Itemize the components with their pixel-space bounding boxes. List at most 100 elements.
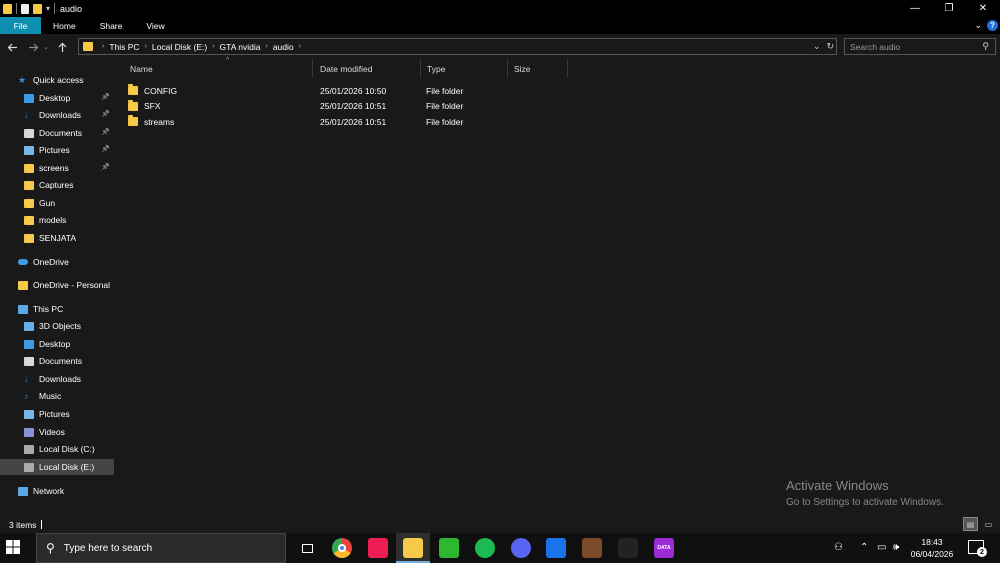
clock-time: 18:43 — [921, 537, 943, 547]
sidebar-item-screens[interactable]: screens 📌 — [0, 160, 114, 176]
sidebar-item-senjata[interactable]: SENJATA — [0, 230, 114, 246]
people-icon[interactable]: ⚇ — [834, 542, 843, 553]
file-list: Name ^ Date modified Type Size CONFIG 25/… — [116, 57, 1000, 516]
sidebar-item-local-disk-e[interactable]: Local Disk (E:) — [0, 459, 114, 475]
sidebar-item-local-disk-c[interactable]: Local Disk (C:) — [0, 441, 114, 457]
pictures-icon — [24, 409, 34, 419]
chevron-down-icon[interactable]: ⌄ — [813, 41, 821, 52]
help-icon[interactable]: ? — [987, 20, 998, 31]
up-button[interactable] — [53, 38, 71, 56]
file-explorer-icon[interactable] — [403, 538, 423, 558]
chevron-right-icon[interactable]: › — [102, 43, 104, 50]
file-type: File folder — [426, 101, 464, 111]
game-icon[interactable] — [582, 538, 602, 558]
file-row[interactable]: streams 25/01/2026 10:51 File folder — [128, 114, 528, 129]
refresh-icon[interactable]: ↻ — [826, 41, 834, 52]
volume-icon[interactable]: 🕪 — [893, 542, 899, 553]
tab-home[interactable]: Home — [41, 17, 88, 34]
sidebar-item-this-pc[interactable]: This PC — [0, 301, 114, 317]
sidebar-item-desktop[interactable]: Desktop 📌 — [0, 90, 114, 106]
app-purple-icon[interactable]: DATA — [654, 538, 674, 558]
chevron-down-icon[interactable]: ▾ — [46, 4, 50, 13]
separator — [41, 520, 43, 529]
breadcrumb-this-pc[interactable]: This PC — [109, 42, 139, 52]
capcut-icon[interactable] — [618, 538, 638, 558]
sidebar-item-gun[interactable]: Gun — [0, 195, 114, 211]
sidebar-item-desktop[interactable]: Desktop — [0, 336, 114, 352]
sidebar-item-videos[interactable]: Videos — [0, 424, 114, 440]
pin-icon[interactable]: 📌 — [101, 128, 110, 136]
large-icons-view-button[interactable]: ▭ — [981, 517, 996, 531]
column-header-name[interactable]: Name ^ — [124, 57, 313, 78]
file-row[interactable]: CONFIG 25/01/2026 10:50 File folder — [128, 83, 528, 98]
activation-watermark: Activate Windows Go to Settings to activ… — [786, 478, 944, 508]
properties-icon[interactable] — [21, 3, 29, 14]
spotify-icon[interactable] — [475, 538, 495, 558]
chevron-down-icon[interactable]: ⌄ — [974, 20, 982, 31]
chevron-right-icon[interactable]: › — [145, 43, 147, 50]
column-header-date-modified[interactable]: Date modified — [314, 60, 421, 78]
sidebar-item-captures[interactable]: Captures — [0, 177, 114, 193]
minimize-button[interactable]: — — [898, 0, 932, 17]
roblox-icon[interactable] — [546, 538, 566, 558]
sidebar-item-pictures[interactable]: Pictures — [0, 406, 114, 422]
recent-locations-button[interactable]: ⌄ — [42, 38, 50, 56]
window-title: audio — [60, 3, 83, 14]
search-icon[interactable]: ⚲ — [982, 41, 989, 52]
windows-start-icon[interactable] — [6, 540, 20, 554]
task-view-icon[interactable] — [297, 538, 317, 558]
forward-button[interactable] — [24, 38, 42, 56]
sidebar-item-network[interactable]: Network — [0, 483, 114, 499]
sidebar-item-music[interactable]: ♪ Music — [0, 388, 114, 404]
sidebar-item-documents[interactable]: Documents — [0, 353, 114, 369]
sidebar-item-documents[interactable]: Documents 📌 — [0, 125, 114, 141]
sidebar-item-label: Desktop — [39, 93, 71, 103]
sidebar-item-downloads[interactable]: ↓ Downloads — [0, 371, 114, 387]
sidebar-item-label: Music — [39, 391, 62, 401]
column-header-size[interactable]: Size — [508, 60, 568, 78]
sidebar-item-onedrive-personal[interactable]: OneDrive - Personal — [0, 277, 114, 293]
maximize-button[interactable]: ❐ — [932, 0, 966, 17]
close-button[interactable]: ✕ — [966, 0, 1000, 17]
chrome-icon[interactable] — [332, 538, 352, 558]
chevron-up-icon[interactable]: ⌃ — [860, 542, 868, 553]
search-box[interactable]: ⚲ — [844, 38, 996, 55]
sidebar-item-onedrive[interactable]: OneDrive — [0, 254, 114, 270]
sidebar-item-label: Quick access — [33, 75, 84, 85]
pin-icon[interactable]: 📌 — [101, 145, 110, 153]
address-bar[interactable]: › This PC › Local Disk (E:) › GTA nvidia… — [78, 38, 837, 55]
chevron-right-icon[interactable]: › — [299, 43, 301, 50]
notifications-icon[interactable]: 2 — [968, 540, 987, 557]
sidebar-item-models[interactable]: models — [0, 212, 114, 228]
breadcrumb-local-disk-e[interactable]: Local Disk (E:) — [152, 42, 207, 52]
tab-view[interactable]: View — [134, 17, 176, 34]
pin-icon[interactable]: 📌 — [101, 163, 110, 171]
breadcrumb-gta-nvidia[interactable]: GTA nvidia — [220, 42, 261, 52]
back-button[interactable] — [3, 38, 21, 56]
sidebar-item-downloads[interactable]: ↓ Downloads 📌 — [0, 107, 114, 123]
arrow-left-icon — [7, 43, 17, 51]
chevron-right-icon[interactable]: › — [265, 43, 267, 50]
folder-icon — [24, 163, 34, 173]
sidebar-item-3d-objects[interactable]: 3D Objects — [0, 318, 114, 334]
tiktok-icon[interactable] — [368, 538, 388, 558]
discord-icon[interactable] — [511, 538, 531, 558]
tab-file[interactable]: File — [0, 17, 41, 34]
system-clock[interactable]: 18:43 06/04/2026 — [902, 536, 962, 560]
taskbar-search[interactable]: ⚲ Type here to search — [36, 533, 286, 563]
chevron-right-icon[interactable]: › — [212, 43, 214, 50]
file-row[interactable]: SFX 25/01/2026 10:51 File folder — [128, 99, 528, 114]
sidebar-item-quick-access[interactable]: ★ Quick access — [0, 72, 114, 88]
column-header-type[interactable]: Type — [421, 60, 508, 78]
network-icon[interactable]: ▭ — [877, 542, 886, 553]
sidebar-item-pictures[interactable]: Pictures 📌 — [0, 142, 114, 158]
new-folder-icon[interactable] — [33, 3, 42, 14]
search-input[interactable] — [845, 41, 970, 52]
notification-count: 2 — [977, 547, 987, 557]
breadcrumb-audio[interactable]: audio — [273, 42, 294, 52]
tab-share[interactable]: Share — [88, 17, 135, 34]
pin-icon[interactable]: 📌 — [101, 93, 110, 101]
app-green-icon[interactable] — [439, 538, 459, 558]
details-view-button[interactable]: ▤ — [963, 517, 978, 531]
pin-icon[interactable]: 📌 — [101, 110, 110, 118]
